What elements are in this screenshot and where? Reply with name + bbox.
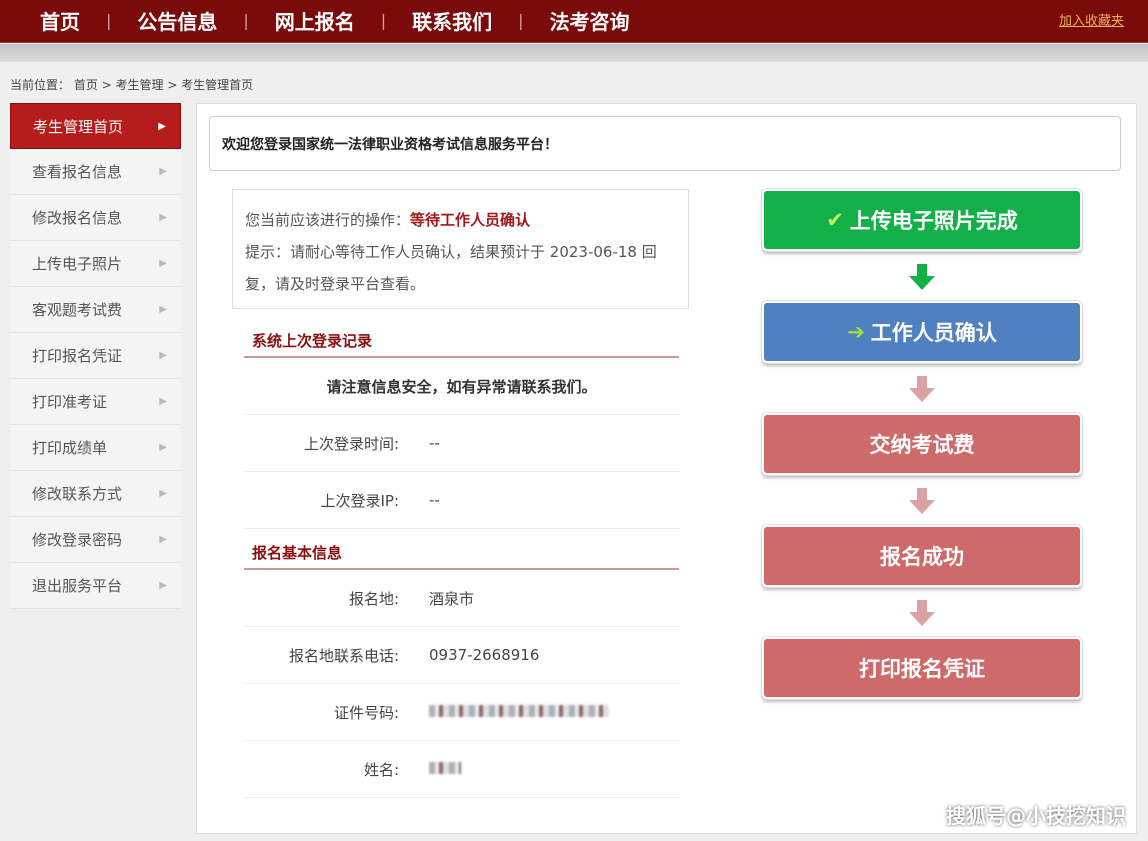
nav-announcements[interactable]: 公告信息 [137,6,217,35]
nav-separator: | [243,11,249,30]
top-navigation: 首页 | 公告信息 | 网上报名 | 联系我们 | 法考咨询 加入收藏夹 [0,0,1148,43]
info-row: 证件号码: [244,684,679,741]
info-row: 上次登录IP: -- [244,472,679,529]
arrow-down-icon [909,600,935,626]
nav-home[interactable]: 首页 [40,6,80,35]
row-value: -- [429,434,440,452]
arrow-down-icon [909,264,935,290]
step-label: 交纳考试费 [869,433,975,457]
sidebar-item-change-password[interactable]: 修改登录密码 ▶ [10,517,181,563]
row-value: -- [429,491,440,509]
login-record-section: 系统上次登录记录 请注意信息安全，如有异常请联系我们。 上次登录时间: -- 上次… [244,324,679,529]
status-box: 您当前应该进行的操作：等待工作人员确认 提示：请耐心等待工作人员确认，结果预计于… [232,189,689,309]
step-staff-confirm-current: ➔ 工作人员确认 [761,300,1083,364]
sidebar-item-label: 查看报名信息 [32,163,123,181]
info-row: 上次登录时间: -- [244,415,679,472]
row-label: 上次登录IP: [320,491,399,510]
step-label: 报名成功 [880,545,964,569]
sidebar-item-label: 修改联系方式 [32,485,123,503]
step-label: 打印报名凭证 [859,657,985,681]
sidebar-item-print-receipt[interactable]: 打印报名凭证 ▶ [10,333,181,379]
status-action: 等待工作人员确认 [410,211,531,229]
info-row: 报名地联系电话: 0937-2668916 [244,627,679,684]
row-label: 姓名: [363,760,399,779]
arrow-down-icon [909,376,935,402]
step-upload-photo-done: ✔ 上传电子照片完成 [761,188,1083,252]
sidebar-item-print-admission[interactable]: 打印准考证 ▶ [10,379,181,425]
arrow-right-icon: ▶ [159,212,167,223]
row-value: 酒泉市 [429,589,475,608]
sidebar-item-view-registration[interactable]: 查看报名信息 ▶ [10,149,181,195]
basic-info-section: 报名基本信息 报名地: 酒泉市 报名地联系电话: 0937-2668916 证件号码… [244,536,679,798]
info-row: 姓名: [244,741,679,798]
info-row: 报名地: 酒泉市 [244,570,679,627]
step-print-receipt: 打印报名凭证 [761,636,1083,700]
sidebar-item-edit-registration[interactable]: 修改报名信息 ▶ [10,195,181,241]
arrow-right-icon: ▶ [159,580,167,591]
sidebar-item-label: 打印成绩单 [32,439,108,457]
arrow-right-icon: ▶ [159,304,167,315]
security-notice: 请注意信息安全，如有异常请联系我们。 [244,358,679,415]
sidebar-item-label: 修改登录密码 [32,531,123,549]
check-icon: ✔ [826,208,844,232]
status-hint: 提示：请耐心等待工作人员确认，结果预计于 2023-06-18 回复，请及时登录… [245,243,657,293]
section-title: 系统上次登录记录 [244,324,679,358]
nav-online-registration[interactable]: 网上报名 [275,6,355,35]
sidebar-item-home[interactable]: 考生管理首页 ▶ [10,103,181,149]
nav-separator: | [380,11,387,30]
row-label: 报名地: [348,589,399,608]
arrow-right-icon: ▶ [158,120,166,132]
sidebar-item-label: 修改报名信息 [32,209,123,227]
status-label: 您当前应该进行的操作： [245,211,411,229]
arrow-right-icon: ▶ [159,534,167,545]
sidebar: 考生管理首页 ▶ 查看报名信息 ▶ 修改报名信息 ▶ 上传电子照片 ▶ 客观题考试费 ▶ … [10,103,181,609]
nav-consulting[interactable]: 法考咨询 [550,6,630,35]
row-label: 报名地联系电话: [288,646,399,665]
welcome-message: 欢迎您登录国家统一法律职业资格考试信息服务平台！ [209,116,1121,171]
nav-separator: | [518,11,524,30]
arrow-right-icon: ▶ [159,442,167,453]
arrow-right-icon: ➔ [847,320,865,344]
sidebar-item-label: 上传电子照片 [32,255,123,273]
nav-separator: | [106,11,112,30]
row-value: 0937-2668916 [429,646,540,664]
arrow-down-icon [909,488,935,514]
row-label: 上次登录时间: [303,434,399,453]
name-redacted [399,760,461,778]
arrow-right-icon: ▶ [159,166,167,177]
nav-contact-us[interactable]: 联系我们 [412,6,492,35]
row-label: 证件号码: [333,703,399,722]
sidebar-item-label: 客观题考试费 [32,301,123,319]
sidebar-item-edit-contact[interactable]: 修改联系方式 ▶ [10,471,181,517]
step-label: 上传电子照片完成 [849,209,1018,233]
sidebar-item-label: 退出服务平台 [32,577,123,595]
id-number-redacted [399,703,609,721]
sidebar-item-label: 考生管理首页 [33,117,124,136]
add-favorite-link[interactable]: 加入收藏夹 [1059,10,1124,29]
step-label: 工作人员确认 [870,321,997,345]
section-title: 报名基本信息 [244,536,679,570]
step-pay-fee: 交纳考试费 [761,412,1083,476]
sidebar-item-label: 打印报名凭证 [32,347,123,365]
sidebar-item-label: 打印准考证 [32,393,108,411]
sidebar-item-logout[interactable]: 退出服务平台 ▶ [10,563,181,609]
step-registration-success: 报名成功 [761,524,1083,588]
header-strip [0,44,1148,62]
sidebar-item-exam-fee[interactable]: 客观题考试费 ▶ [10,287,181,333]
watermark: 搜狐号@小技挖知识 [946,804,1126,828]
sidebar-item-upload-photo[interactable]: 上传电子照片 ▶ [10,241,181,287]
sidebar-item-print-scores[interactable]: 打印成绩单 ▶ [10,425,181,471]
arrow-right-icon: ▶ [159,488,167,499]
arrow-right-icon: ▶ [159,258,167,269]
arrow-right-icon: ▶ [159,396,167,407]
arrow-right-icon: ▶ [159,350,167,361]
breadcrumb: 当前位置： 首页 > 考生管理 > 考生管理首页 [10,78,254,92]
